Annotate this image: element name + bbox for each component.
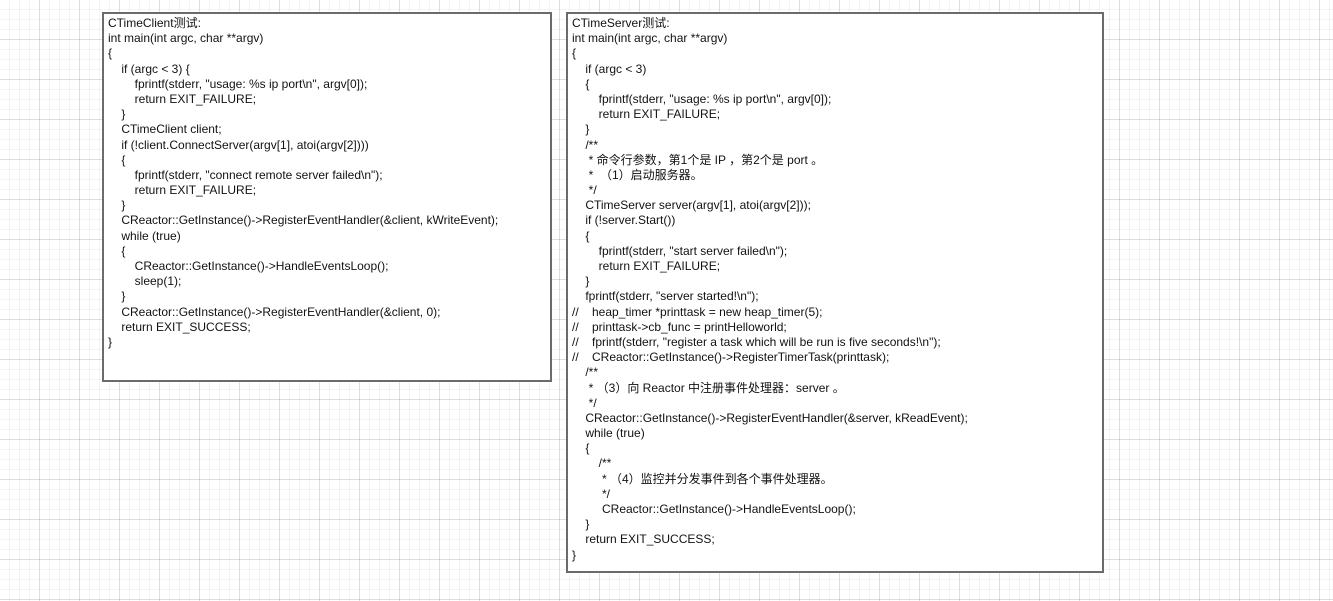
client-code-line: CReactor::GetInstance()->HandleEventsLoo…	[108, 259, 389, 273]
server-code-line: CReactor::GetInstance()->HandleEventsLoo…	[572, 502, 856, 516]
server-code-line: */	[572, 486, 611, 501]
server-code-line: /**	[572, 456, 612, 471]
server-code-line: }	[572, 274, 590, 289]
server-code-line: }	[572, 517, 590, 532]
client-code-line: fprintf(stderr, "connect remote server f…	[108, 167, 383, 182]
server-code-line: int main(int argc, char **argv)	[572, 31, 728, 46]
server-code-line: // heap_timer *printtask = new heap_time…	[572, 304, 823, 319]
server-code-line: * （4）监控并分发事件到各个事件处理器。	[572, 471, 833, 486]
diagram-canvas: CTimeClient测试: int main(int argc, char **…	[0, 0, 1333, 601]
server-code-line: if (argc < 3)	[572, 61, 647, 76]
client-code-line: return EXIT_FAILURE;	[108, 183, 257, 198]
server-code-line: */	[572, 395, 597, 410]
server-code-line: {	[572, 76, 590, 91]
server-code-line: // printtask->cb_func = printHelloworld;	[572, 319, 787, 334]
client-code-line: sleep(1);	[108, 274, 182, 289]
client-code-line: if (!client.ConnectServer(argv[1], atoi(…	[108, 137, 369, 152]
client-code-line: fprintf(stderr, "usage: %s ip port\n", a…	[108, 76, 368, 91]
client-code-line: }	[108, 198, 126, 213]
server-code-line: // fprintf(stderr, "register a task whic…	[572, 334, 941, 349]
server-code-line: // CReactor::GetInstance()->RegisterTime…	[572, 350, 890, 365]
server-code-line: /**	[572, 137, 599, 152]
client-code-line: while (true)	[108, 228, 181, 243]
server-code-line: CTimeServer测试:	[572, 16, 670, 30]
client-code-box[interactable]: CTimeClient测试: int main(int argc, char **…	[102, 12, 552, 382]
server-code-line: */	[572, 183, 597, 198]
server-code-line: }	[572, 122, 590, 137]
server-code-line: /**	[572, 365, 599, 380]
client-code-line: {	[108, 152, 126, 167]
server-code-line: return EXIT_FAILURE;	[572, 107, 721, 122]
server-code-line: {	[572, 441, 590, 456]
server-code-line: fprintf(stderr, "server started!\n");	[572, 289, 759, 304]
client-code-line: {	[108, 243, 126, 258]
server-code-line: * （3）向 Reactor 中注册事件处理器：server 。	[572, 380, 845, 395]
server-code-line: fprintf(stderr, "usage: %s ip port\n", a…	[572, 91, 832, 106]
server-code-line: * 命令行参数，第1个是 IP ，第2个是 port 。	[572, 152, 824, 167]
client-code-line: return EXIT_FAILURE;	[108, 91, 257, 106]
server-code-line: return EXIT_SUCCESS;	[572, 532, 715, 547]
server-code-line: fprintf(stderr, "start server failed\n")…	[572, 243, 788, 258]
client-code-line: CTimeClient测试:	[108, 16, 201, 30]
client-code-lines: CTimeClient测试: int main(int argc, char **…	[108, 16, 550, 350]
client-code-line: CTimeClient client;	[108, 122, 222, 137]
client-code-line: int main(int argc, char **argv)	[108, 31, 264, 46]
client-code-line: }	[108, 107, 126, 122]
client-code-line: {	[108, 46, 113, 61]
server-code-line: {	[572, 46, 577, 61]
server-code-box[interactable]: CTimeServer测试: int main(int argc, char **…	[566, 12, 1104, 573]
server-code-line: return EXIT_FAILURE;	[572, 259, 721, 273]
server-code-line: }	[572, 547, 577, 562]
client-code-line: }	[108, 334, 113, 349]
server-code-line: * （1）启动服务器。	[572, 167, 703, 182]
server-code-line: CReactor::GetInstance()->RegisterEventHa…	[572, 410, 968, 425]
server-code-line: if (!server.Start())	[572, 213, 676, 228]
server-code-line: {	[572, 228, 590, 243]
server-code-lines: CTimeServer测试: int main(int argc, char **…	[572, 16, 1102, 563]
client-code-line: if (argc < 3) {	[108, 61, 190, 76]
client-code-line: CReactor::GetInstance()->RegisterEventHa…	[108, 213, 499, 228]
client-code-line: CReactor::GetInstance()->RegisterEventHa…	[108, 304, 441, 319]
server-code-line: while (true)	[572, 426, 645, 441]
client-code-line: return EXIT_SUCCESS;	[108, 319, 251, 334]
server-code-line: CTimeServer server(argv[1], atoi(argv[2]…	[572, 198, 811, 213]
client-code-line: }	[108, 289, 126, 304]
